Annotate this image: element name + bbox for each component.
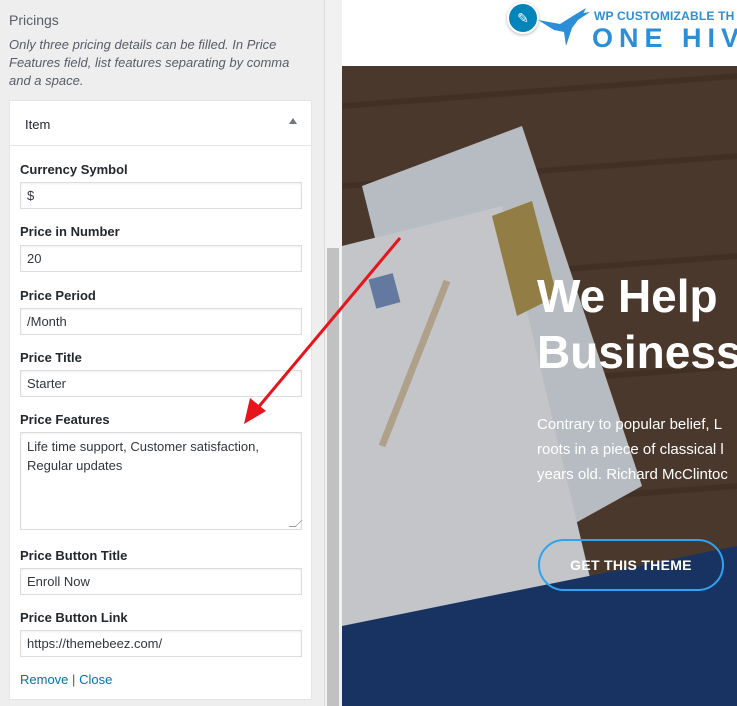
price-features-label: Price Features: [20, 412, 110, 427]
customizer-panel: Pricings Only three pricing details can …: [0, 0, 327, 706]
price-number-label: Price in Number: [20, 224, 120, 239]
site-header: ✎ WP CUSTOMIZABLE TH ONE HIV: [342, 0, 737, 66]
hero-title: We Help Business: [537, 268, 737, 380]
hero-title-line2: Business: [537, 326, 737, 378]
hero-text-line1: Contrary to popular belief, L: [537, 416, 723, 433]
price-title-input[interactable]: Starter: [20, 370, 302, 397]
section-title: Pricings: [9, 12, 59, 28]
price-features-value: Life time support, Customer satisfaction…: [27, 439, 259, 473]
action-separator: |: [72, 672, 76, 687]
hero-section: [342, 66, 737, 706]
button-title-label: Price Button Title: [20, 548, 128, 563]
get-theme-button[interactable]: GET THIS THEME: [538, 539, 724, 591]
close-link[interactable]: Close: [79, 672, 112, 687]
button-link-input[interactable]: https://themebeez.com/: [20, 630, 302, 657]
currency-symbol-input[interactable]: $: [20, 182, 302, 209]
currency-symbol-label: Currency Symbol: [20, 162, 128, 177]
button-link-label: Price Button Link: [20, 610, 128, 625]
item-header-label: Item: [25, 117, 51, 132]
button-title-input[interactable]: Enroll Now: [20, 568, 302, 595]
edit-pencil-icon[interactable]: ✎: [507, 2, 539, 34]
hero-background-image: [342, 66, 737, 706]
hero-text: Contrary to popular belief, L roots in a…: [537, 412, 728, 487]
resize-grip-icon[interactable]: [288, 520, 303, 527]
hero-text-line3: years old. Richard McClintoc: [537, 466, 728, 483]
price-features-textarea[interactable]: Life time support, Customer satisfaction…: [20, 432, 303, 530]
chevron-up-icon[interactable]: [289, 118, 297, 124]
item-header[interactable]: Item: [10, 101, 311, 146]
hero-text-line2: roots in a piece of classical l: [537, 441, 724, 458]
section-description: Only three pricing details can be filled…: [9, 37, 290, 88]
logo-tagline: WP CUSTOMIZABLE TH: [594, 9, 735, 23]
price-period-label: Price Period: [20, 288, 96, 303]
site-preview: ✎ WP CUSTOMIZABLE TH ONE HIV We Help Bus…: [342, 0, 737, 706]
panel-scrollbar-thumb[interactable]: [327, 248, 339, 706]
price-number-input[interactable]: 20: [20, 245, 302, 272]
remove-link[interactable]: Remove: [20, 672, 68, 687]
price-period-input[interactable]: /Month: [20, 308, 302, 335]
hummingbird-logo-icon: [538, 8, 590, 46]
item-actions: Remove | Close: [20, 672, 112, 687]
price-title-label: Price Title: [20, 350, 82, 365]
logo-name: ONE HIV: [592, 23, 737, 53]
hero-title-line1: We Help: [537, 270, 718, 322]
